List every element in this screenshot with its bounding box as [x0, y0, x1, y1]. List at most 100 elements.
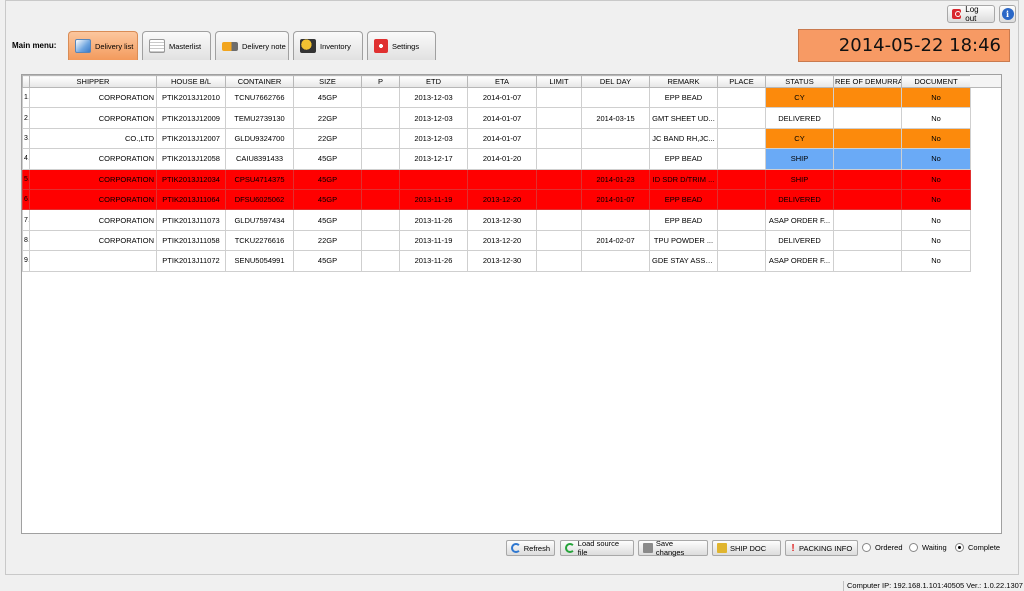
cell-status[interactable]: SHIP: [765, 168, 834, 190]
filter-waiting-radio[interactable]: Waiting: [909, 543, 947, 552]
cell-status[interactable]: DELIVERED: [765, 107, 834, 129]
cell-size[interactable]: 22GP: [293, 107, 362, 129]
cell-size[interactable]: 22GP: [293, 229, 362, 252]
cell-container[interactable]: CPSU4714375: [225, 168, 294, 190]
cell-delday[interactable]: 2014-03-15: [581, 107, 650, 129]
column-header[interactable]: LIMIT: [536, 75, 582, 88]
column-header[interactable]: ETA: [467, 75, 537, 88]
column-header[interactable]: DEL DAY: [581, 75, 650, 88]
column-header[interactable]: CONTAINER: [225, 75, 294, 88]
cell-shipper[interactable]: [29, 250, 157, 272]
table-row[interactable]: 6 CORPORATION PTIK2013J11064 DFSU6025062 45G…: [22, 188, 971, 211]
cell-limit[interactable]: [536, 127, 582, 150]
cell-place[interactable]: [717, 127, 766, 150]
cell-hbl[interactable]: PTIK2013J11064: [156, 188, 226, 211]
cell-hbl[interactable]: PTIK2013J11058: [156, 229, 226, 252]
cell-size[interactable]: 45GP: [293, 86, 362, 109]
cell-size[interactable]: 45GP: [293, 188, 362, 211]
table-row[interactable]: 3 CO.,LTD PTIK2013J12007 GLDU9324700 22GP 201…: [22, 127, 971, 150]
cell-limit[interactable]: [536, 168, 582, 190]
cell-remark[interactable]: JC BAND RH,JC...: [649, 127, 718, 150]
filter-ordered-radio[interactable]: Ordered: [862, 543, 903, 552]
table-row[interactable]: 2 CORPORATION PTIK2013J12009 TEMU2739130 22G…: [22, 107, 971, 129]
cell-free[interactable]: [833, 127, 902, 150]
cell-eta[interactable]: [467, 168, 537, 190]
cell-p[interactable]: [361, 209, 400, 231]
cell-p[interactable]: [361, 250, 400, 272]
cell-delday[interactable]: [581, 127, 650, 150]
cell-status[interactable]: CY: [765, 86, 834, 109]
cell-eta[interactable]: 2013-12-20: [467, 188, 537, 211]
cell-hbl[interactable]: PTIK2013J11073: [156, 209, 226, 231]
cell-status[interactable]: ASAP ORDER F...: [765, 209, 834, 231]
cell-status[interactable]: CY: [765, 127, 834, 150]
cell-doc[interactable]: No: [901, 209, 971, 231]
cell-hbl[interactable]: PTIK2013J12010: [156, 86, 226, 109]
cell-container[interactable]: TCNU7662766: [225, 86, 294, 109]
cell-remark[interactable]: GDE STAY ASSY...: [649, 250, 718, 272]
cell-etd[interactable]: 2013-11-26: [399, 209, 468, 231]
cell-container[interactable]: TCKU2276616: [225, 229, 294, 252]
cell-status[interactable]: ASAP ORDER F...: [765, 250, 834, 272]
ship-doc-button[interactable]: SHIP DOC: [712, 540, 781, 556]
tab-inventory[interactable]: Inventory: [293, 31, 363, 60]
cell-eta[interactable]: 2014-01-07: [467, 86, 537, 109]
cell-eta[interactable]: 2014-01-07: [467, 107, 537, 129]
cell-doc[interactable]: No: [901, 107, 971, 129]
cell-free[interactable]: [833, 107, 902, 129]
cell-container[interactable]: TEMU2739130: [225, 107, 294, 129]
cell-size[interactable]: 45GP: [293, 168, 362, 190]
cell-doc[interactable]: No: [901, 127, 971, 150]
column-header[interactable]: [22, 75, 30, 88]
cell-remark[interactable]: TPU POWDER ...: [649, 229, 718, 252]
cell-doc[interactable]: No: [901, 148, 971, 170]
cell-n[interactable]: 1: [22, 86, 30, 109]
table-row[interactable]: 5 CORPORATION PTIK2013J12034 CPSU4714375 45G…: [22, 168, 971, 190]
logout-button[interactable]: Log out: [947, 5, 995, 23]
cell-container[interactable]: GLDU9324700: [225, 127, 294, 150]
cell-delday[interactable]: [581, 250, 650, 272]
column-header[interactable]: HOUSE B/L: [156, 75, 226, 88]
cell-shipper[interactable]: CORPORATION: [29, 86, 157, 109]
cell-size[interactable]: 45GP: [293, 250, 362, 272]
cell-delday[interactable]: [581, 209, 650, 231]
column-header[interactable]: DOCUMENT: [901, 75, 971, 88]
packing-info-button[interactable]: ! PACKING INFO: [785, 540, 858, 556]
cell-n[interactable]: 3: [22, 127, 30, 150]
cell-delday[interactable]: 2014-01-23: [581, 168, 650, 190]
cell-p[interactable]: [361, 168, 400, 190]
cell-limit[interactable]: [536, 188, 582, 211]
cell-place[interactable]: [717, 86, 766, 109]
cell-remark[interactable]: EPP BEAD: [649, 188, 718, 211]
cell-delday[interactable]: 2014-02-07: [581, 229, 650, 252]
tab-settings[interactable]: Settings: [367, 31, 436, 60]
cell-shipper[interactable]: CORPORATION: [29, 148, 157, 170]
tab-masterlist[interactable]: Masterlist: [142, 31, 211, 60]
cell-free[interactable]: [833, 86, 902, 109]
cell-p[interactable]: [361, 229, 400, 252]
cell-limit[interactable]: [536, 250, 582, 272]
cell-delday[interactable]: [581, 148, 650, 170]
cell-etd[interactable]: 2013-11-19: [399, 188, 468, 211]
filter-complete-radio[interactable]: Complete: [955, 543, 1000, 552]
column-header[interactable]: P: [361, 75, 400, 88]
cell-hbl[interactable]: PTIK2013J12058: [156, 148, 226, 170]
cell-place[interactable]: [717, 148, 766, 170]
cell-limit[interactable]: [536, 229, 582, 252]
cell-shipper[interactable]: CORPORATION: [29, 107, 157, 129]
cell-container[interactable]: GLDU7597434: [225, 209, 294, 231]
column-header[interactable]: ETD: [399, 75, 468, 88]
cell-etd[interactable]: 2013-12-03: [399, 107, 468, 129]
cell-doc[interactable]: No: [901, 168, 971, 190]
cell-n[interactable]: 8: [22, 229, 30, 252]
cell-free[interactable]: [833, 148, 902, 170]
cell-p[interactable]: [361, 86, 400, 109]
cell-etd[interactable]: 2013-12-03: [399, 127, 468, 150]
cell-n[interactable]: 9: [22, 250, 30, 272]
cell-place[interactable]: [717, 209, 766, 231]
cell-n[interactable]: 7: [22, 209, 30, 231]
cell-delday[interactable]: [581, 86, 650, 109]
cell-doc[interactable]: No: [901, 188, 971, 211]
cell-eta[interactable]: 2014-01-20: [467, 148, 537, 170]
cell-status[interactable]: DELIVERED: [765, 229, 834, 252]
